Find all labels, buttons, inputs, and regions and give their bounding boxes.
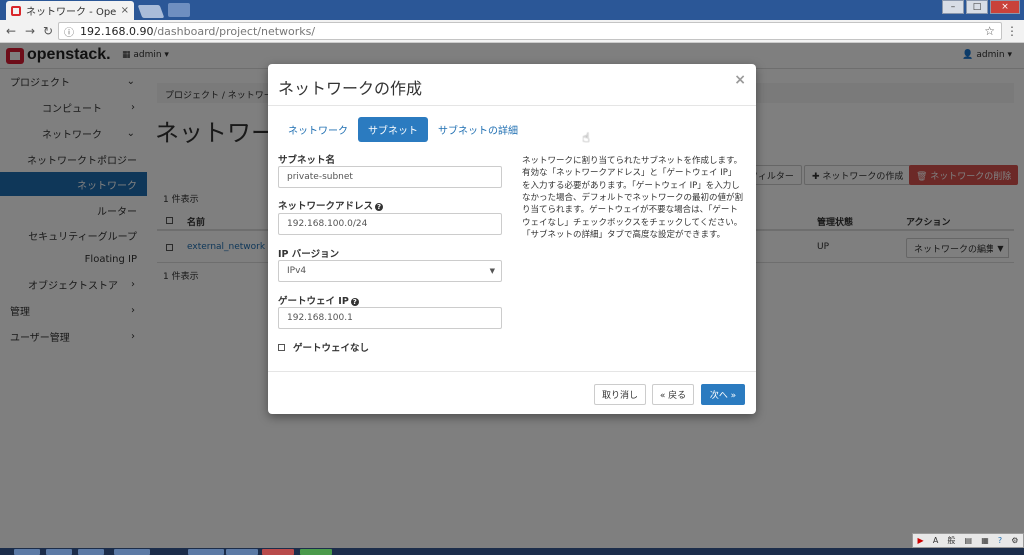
ip-version-select[interactable]: IPv4 ▼ <box>278 260 502 282</box>
ip-version-value: IPv4 <box>287 266 307 276</box>
network-address-label-text: ネットワークアドレス <box>278 201 374 212</box>
taskbar-app-icon[interactable] <box>78 549 104 555</box>
gateway-ip-input[interactable]: 192.168.100.1 <box>278 307 502 329</box>
start-icon[interactable] <box>14 549 40 555</box>
no-gateway-label[interactable]: ゲートウェイなし <box>293 340 369 354</box>
modal-title: ネットワークの作成 <box>278 79 423 98</box>
modal-footer: 取り消し « 戻る 次へ » <box>268 371 756 414</box>
tab-subnet[interactable]: サブネット <box>358 117 428 142</box>
tray-app-icon[interactable]: ▤ <box>965 536 973 545</box>
browser-tab-placeholder[interactable] <box>168 3 190 17</box>
chevron-down-icon: ▼ <box>489 267 495 275</box>
wizard-tabs: ネットワーク サブネット サブネットの詳細 <box>278 117 528 142</box>
tab-title: ネットワーク - OpenSt <box>26 7 117 18</box>
taskbar-app-icon[interactable] <box>46 549 72 555</box>
help-icon[interactable]: ? <box>998 536 1002 545</box>
cancel-button[interactable]: 取り消し <box>594 384 646 405</box>
folder-icon[interactable]: ▦ <box>981 536 989 545</box>
ime-mode-icon[interactable]: 般 <box>947 535 955 546</box>
flag-icon[interactable]: ▶ <box>918 536 924 545</box>
help-description: ネットワークに割り当てられたサブネットを作成します。有効な「ネットワークアドレス… <box>522 156 744 240</box>
no-gateway-checkbox[interactable] <box>278 343 285 351</box>
taskbar-app-icon[interactable] <box>262 549 294 555</box>
browser-tab[interactable]: ネットワーク - OpenSt × <box>6 1 134 20</box>
subnet-name-label: サブネット名 <box>278 155 336 166</box>
system-tray: ▶ A 般 ▤ ▦ ? ⚙ <box>912 533 1024 548</box>
taskbar-app-icon[interactable] <box>226 549 258 555</box>
url-path: /dashboard/project/networks/ <box>153 24 316 38</box>
taskbar <box>0 548 1024 555</box>
ip-version-label: IP バージョン <box>278 249 340 260</box>
back-button[interactable]: « 戻る <box>652 384 694 405</box>
url-host: 192.168.0.90 <box>80 24 154 38</box>
close-icon[interactable]: × <box>734 72 746 88</box>
gateway-ip-label: ゲートウェイ IP? <box>278 293 359 307</box>
reload-icon[interactable]: ↻ <box>43 24 53 38</box>
network-address-input[interactable]: 192.168.100.0/24 <box>278 213 502 235</box>
browser-titlebar: ネットワーク - OpenSt × – □ × <box>0 0 1024 20</box>
url-input[interactable]: ⓘ 192.168.0.90/dashboard/project/network… <box>58 22 1002 40</box>
tab-network[interactable]: ネットワーク <box>278 117 358 142</box>
new-tab-button[interactable] <box>137 5 165 18</box>
taskbar-app-icon[interactable] <box>300 549 332 555</box>
forward-arrow-icon[interactable]: → <box>25 24 35 38</box>
back-arrow-icon[interactable]: ← <box>6 24 16 38</box>
taskbar-app-icon[interactable] <box>114 549 150 555</box>
modal-header: ネットワークの作成 × <box>268 64 756 106</box>
help-icon[interactable]: ? <box>375 202 384 211</box>
help-icon[interactable]: ? <box>350 297 359 306</box>
openstack-favicon-icon <box>11 5 21 16</box>
window-close-icon[interactable]: × <box>990 0 1020 14</box>
browser-menu-icon[interactable]: ⋮ <box>1006 24 1018 38</box>
address-bar-row: ← → ↻ ⓘ 192.168.0.90/dashboard/project/n… <box>0 20 1024 43</box>
gateway-ip-label-text: ゲートウェイ IP <box>278 296 349 307</box>
ime-icon[interactable]: A <box>933 536 938 545</box>
tab-subnet-details[interactable]: サブネットの詳細 <box>428 117 528 142</box>
tab-close-icon[interactable]: × <box>121 5 129 16</box>
subnet-name-input[interactable]: private-subnet <box>278 166 502 188</box>
minimize-icon[interactable]: – <box>942 0 964 14</box>
window-controls: – □ × <box>942 0 1020 14</box>
next-button[interactable]: 次へ » <box>701 384 745 405</box>
network-address-label: ネットワークアドレス? <box>278 198 384 212</box>
settings-icon[interactable]: ⚙ <box>1011 536 1018 545</box>
bookmark-star-icon[interactable]: ☆ <box>984 24 995 38</box>
no-gateway-row: ゲートウェイなし <box>278 340 369 354</box>
taskbar-app-icon[interactable] <box>188 549 224 555</box>
hand-cursor-icon: ☝ <box>582 131 590 146</box>
create-network-modal: ネットワークの作成 × ネットワーク サブネット サブネットの詳細 サブネット名… <box>268 64 756 414</box>
info-icon[interactable]: ⓘ <box>64 24 74 39</box>
maximize-icon[interactable]: □ <box>966 0 988 14</box>
